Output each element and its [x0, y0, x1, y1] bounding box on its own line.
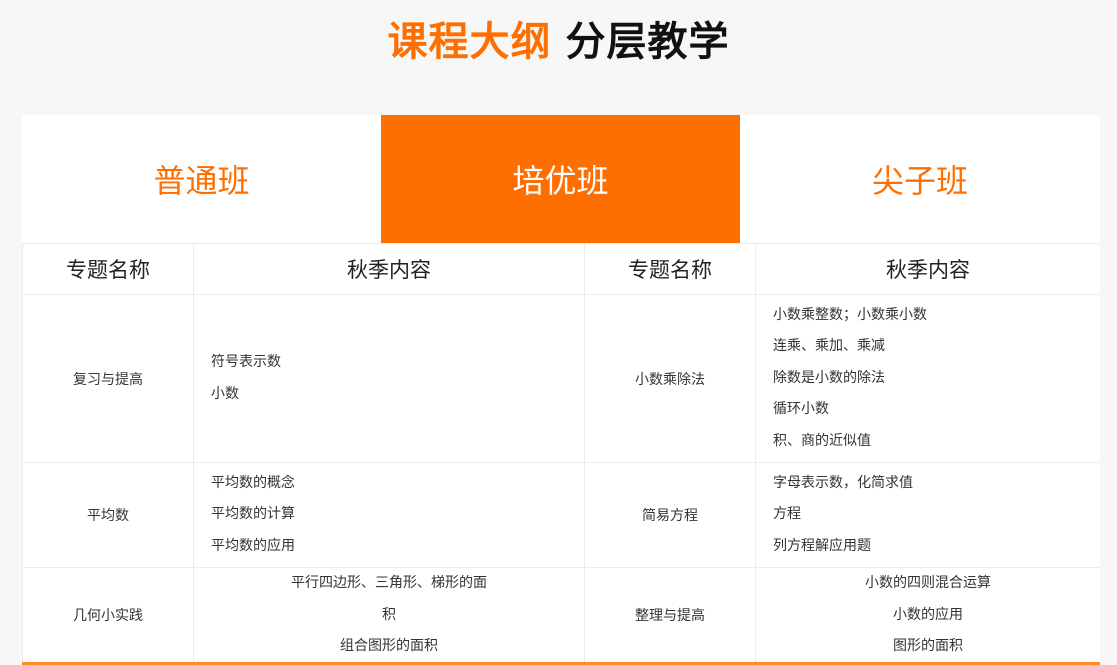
content-line: 列方程解应用题 [773, 537, 871, 554]
title-main: 分层教学 [565, 19, 730, 65]
header-content-b: 秋季内容 [755, 243, 1100, 295]
table-header-row: 专题名称 秋季内容 专题名称 秋季内容 [22, 243, 1100, 295]
content-cell: 小数的四则混合运算 小数的应用 图形的面积 [755, 567, 1100, 664]
content-line: 连乘、乘加、乘减 [773, 338, 885, 355]
header-topic-a: 专题名称 [22, 243, 194, 295]
content-line: 符号表示数 [211, 354, 281, 370]
content-cell: 符号表示数 小数 [193, 294, 585, 463]
topic-cell: 整理与提高 [584, 567, 756, 664]
table-row: 几何小实践 平行四边形、三角形、梯形的面 积 组合图形的面积 整理与提高 小数的… [22, 567, 1100, 664]
content-line: 平行四边形、三角形、梯形的面 [291, 575, 487, 591]
content-line: 积 [382, 606, 396, 623]
topic-cell: 小数乘除法 [584, 294, 756, 463]
content-line: 小数乘整数；小数乘小数 [773, 306, 927, 323]
tab-regular-class[interactable]: 普通班 [22, 115, 381, 243]
content-line: 图形的面积 [893, 638, 963, 654]
content-line: 除数是小数的除法 [773, 369, 885, 386]
content-line: 小数 [211, 385, 239, 402]
content-cell: 字母表示数，化简求值 方程 列方程解应用题 [755, 462, 1100, 568]
tab-advanced-class[interactable]: 培优班 [381, 115, 740, 243]
content-line: 平均数的应用 [211, 537, 295, 554]
tab-top-class[interactable]: 尖子班 [740, 115, 1100, 243]
content-line: 字母表示数，化简求值 [773, 474, 913, 491]
topic-cell: 复习与提高 [22, 294, 194, 463]
class-level-tabs: 普通班 培优班 尖子班 [22, 115, 1100, 243]
content-line: 小数的应用 [893, 606, 963, 623]
content-line: 方程 [773, 506, 801, 523]
topic-cell: 几何小实践 [22, 567, 194, 664]
topic-cell: 平均数 [22, 462, 194, 568]
content-line: 平均数的概念 [211, 474, 295, 491]
course-outline-panel: 普通班 培优班 尖子班 专题名称 秋季内容 专题名称 秋季内容 复习与提高 符号… [22, 115, 1100, 665]
table-row: 复习与提高 符号表示数 小数 小数乘除法 小数乘整数；小数乘小数 连乘、乘加、乘… [22, 294, 1100, 463]
header-content-a: 秋季内容 [193, 243, 585, 295]
content-line: 小数的四则混合运算 [865, 575, 991, 591]
page-title: 课程大纲 分层教学 [0, 14, 1117, 70]
header-topic-b: 专题名称 [584, 243, 756, 295]
content-line: 平均数的计算 [211, 506, 295, 523]
syllabus-table: 专题名称 秋季内容 专题名称 秋季内容 复习与提高 符号表示数 小数 小数乘除法… [22, 243, 1100, 664]
content-cell: 小数乘整数；小数乘小数 连乘、乘加、乘减 除数是小数的除法 循环小数 积、商的近… [755, 294, 1100, 463]
content-cell: 平行四边形、三角形、梯形的面 积 组合图形的面积 [193, 567, 585, 664]
topic-cell: 简易方程 [584, 462, 756, 568]
table-row: 平均数 平均数的概念 平均数的计算 平均数的应用 简易方程 字母表示数，化简求值… [22, 462, 1100, 568]
content-line: 循环小数 [773, 401, 829, 418]
content-line: 积、商的近似值 [773, 432, 871, 449]
content-cell: 平均数的概念 平均数的计算 平均数的应用 [193, 462, 585, 568]
title-accent: 课程大纲 [387, 19, 552, 65]
content-line: 组合图形的面积 [340, 638, 438, 654]
